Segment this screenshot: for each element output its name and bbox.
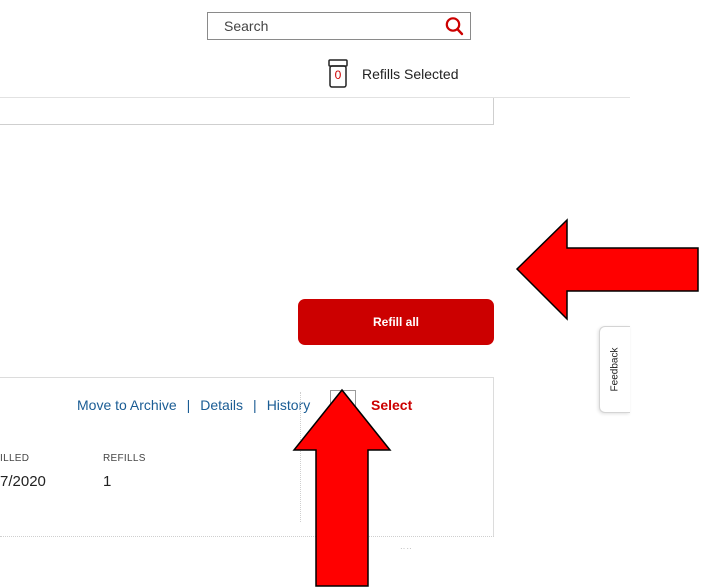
search-icon[interactable] [444, 16, 464, 36]
feedback-label: Feedback [609, 347, 621, 392]
move-to-archive-link[interactable]: Move to Archive [77, 397, 177, 413]
prescription-bottle-icon: 0 [326, 59, 350, 89]
refills-remaining-value: 1 [103, 473, 112, 490]
red-arrow-left-annotation [515, 218, 699, 321]
refills-column-label: REFILLS [103, 453, 146, 464]
refills-selected-label: Refills Selected [362, 66, 459, 82]
details-link[interactable]: Details [200, 397, 243, 413]
refill-all-button[interactable]: Refill all [298, 299, 494, 345]
truncated-text: ‥‥ [400, 542, 413, 551]
last-filled-label: ILLED [0, 453, 30, 464]
search-box[interactable] [207, 12, 471, 40]
search-input[interactable] [208, 13, 438, 39]
prescription-actions: Move to Archive | Details | History [77, 397, 310, 413]
last-filled-value: 7/2020 [0, 473, 46, 490]
link-separator: | [253, 397, 257, 413]
refills-selected[interactable]: 0 Refills Selected [326, 59, 459, 89]
red-arrow-up-annotation [292, 388, 392, 587]
refills-count: 0 [334, 68, 342, 82]
feedback-tab[interactable]: Feedback [599, 326, 630, 413]
link-separator: | [186, 397, 191, 413]
previous-card [0, 98, 494, 125]
card-divider [0, 536, 494, 537]
